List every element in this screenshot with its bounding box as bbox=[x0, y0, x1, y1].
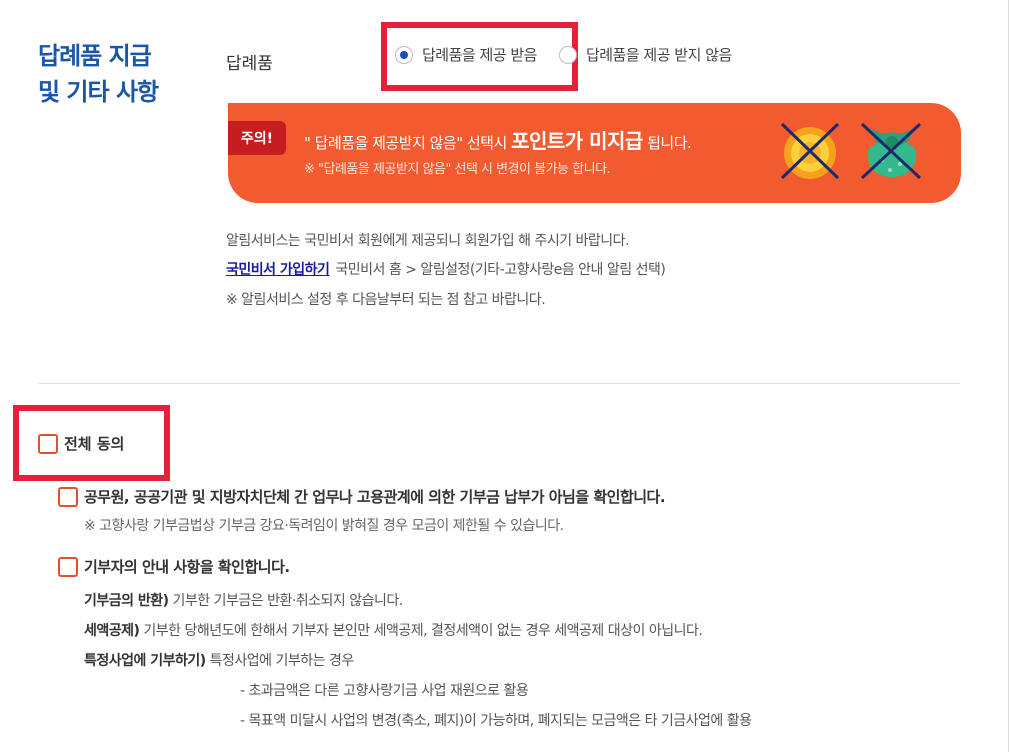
section-title-line2: 및 기타 사항 bbox=[38, 78, 159, 106]
agreement-item-2: 기부자의 안내 사항을 확인합니다. bbox=[58, 556, 290, 577]
notice-line2: 국민비서 가입하기 국민비서 홈 > 알림설정(기타-고향사랑e음 안내 알림 선… bbox=[226, 259, 666, 279]
warning-line1-prefix: " 답례품을 제공받지 않음" 선택시 bbox=[304, 134, 507, 152]
warning-badge: 주의! bbox=[228, 121, 286, 155]
warning-line1: " 답례품을 제공받지 않음" 선택시 포인트가 미지급 됩니다. bbox=[304, 125, 692, 154]
project-notice: 특정사업에 기부하기) 특정사업에 기부하는 경우 bbox=[84, 650, 354, 670]
agreement-1-label[interactable]: 공무원, 공공기관 및 지방자치단체 간 업무나 고용관계에 의한 기부금 납부… bbox=[84, 486, 666, 507]
agreement-item-1: 공무원, 공공기관 및 지방자치단체 간 업무나 고용관계에 의한 기부금 납부… bbox=[58, 486, 666, 507]
warning-line1-emphasis: 포인트가 미지급 bbox=[511, 129, 643, 153]
notice-line2-path: 국민비서 홈 > 알림설정(기타-고향사랑e음 안내 알림 선택) bbox=[335, 262, 666, 278]
tax-notice: 세액공제) 기부한 당해년도에 한해서 기부자 본인만 세액공제, 결정세액이 … bbox=[84, 620, 703, 640]
notice-line3: ※ 알림서비스 설정 후 다음날부터 되는 점 참고 바랍니다. bbox=[226, 292, 546, 308]
tax-title: 세액공제) bbox=[84, 623, 140, 639]
warning-line1-suffix: 됩니다. bbox=[647, 134, 692, 152]
warning-banner: 주의! " 답례품을 제공받지 않음" 선택시 포인트가 미지급 됩니다. ※ … bbox=[228, 103, 961, 203]
agreement-1-note: ※ 고향사랑 기부금법상 기부금 강요·독려임이 밝혀질 경우 모금이 제한될 … bbox=[84, 518, 564, 534]
agree-all-row: 전체 동의 bbox=[38, 433, 124, 454]
project-text: 특정사업에 기부하는 경우 bbox=[209, 653, 355, 669]
agreement-2-checkbox[interactable] bbox=[58, 556, 78, 577]
gift-bundle-crossed-icon bbox=[860, 122, 922, 180]
radio-receive-gift[interactable] bbox=[395, 45, 413, 64]
notice-line1: 알림서비스는 국민비서 회원에게 제공되니 회원가입 해 주시기 바랍니다. bbox=[226, 233, 630, 249]
refund-title: 기부금의 반환) bbox=[84, 593, 169, 609]
gift-radio-group: 답례품을 제공 받음 답례품을 제공 받지 않음 bbox=[395, 44, 754, 65]
tax-text: 기부한 당해년도에 한해서 기부자 본인만 세액공제, 결정세액이 없는 경우 … bbox=[143, 623, 703, 639]
radio-decline-gift-label[interactable]: 답례품을 제공 받지 않음 bbox=[586, 44, 732, 65]
project-sub-2: - 목표액 미달시 사업의 변경(축소, 폐지)이 가능하며, 폐지되는 모금액… bbox=[240, 713, 752, 729]
warning-line2: ※ "답례품을 제공받지 않음" 선택 시 변경이 불가능 합니다. bbox=[304, 162, 611, 177]
section-divider bbox=[38, 383, 960, 384]
radio-receive-gift-label[interactable]: 답례품을 제공 받음 bbox=[422, 44, 537, 65]
refund-notice: 기부금의 반환) 기부한 기부금은 반환·취소되지 않습니다. bbox=[84, 590, 403, 610]
gift-field-label: 답례품 bbox=[226, 54, 273, 74]
agree-all-label[interactable]: 전체 동의 bbox=[64, 433, 124, 454]
join-assistant-link[interactable]: 국민비서 가입하기 bbox=[226, 262, 330, 278]
coin-crossed-icon bbox=[780, 122, 840, 180]
refund-text: 기부한 기부금은 반환·취소되지 않습니다. bbox=[172, 593, 404, 609]
project-title: 특정사업에 기부하기) bbox=[84, 653, 206, 669]
section-title-line1: 답례품 지급 bbox=[38, 42, 152, 70]
agreement-1-checkbox[interactable] bbox=[58, 486, 78, 507]
agree-all-checkbox[interactable] bbox=[38, 433, 58, 454]
radio-decline-gift[interactable] bbox=[558, 45, 577, 64]
project-sub-1: - 초과금액은 다른 고향사랑기금 사업 재원으로 활용 bbox=[240, 683, 529, 699]
section-title: 답례품 지급 및 기타 사항 bbox=[38, 38, 159, 110]
agreement-2-label[interactable]: 기부자의 안내 사항을 확인합니다. bbox=[84, 556, 290, 577]
